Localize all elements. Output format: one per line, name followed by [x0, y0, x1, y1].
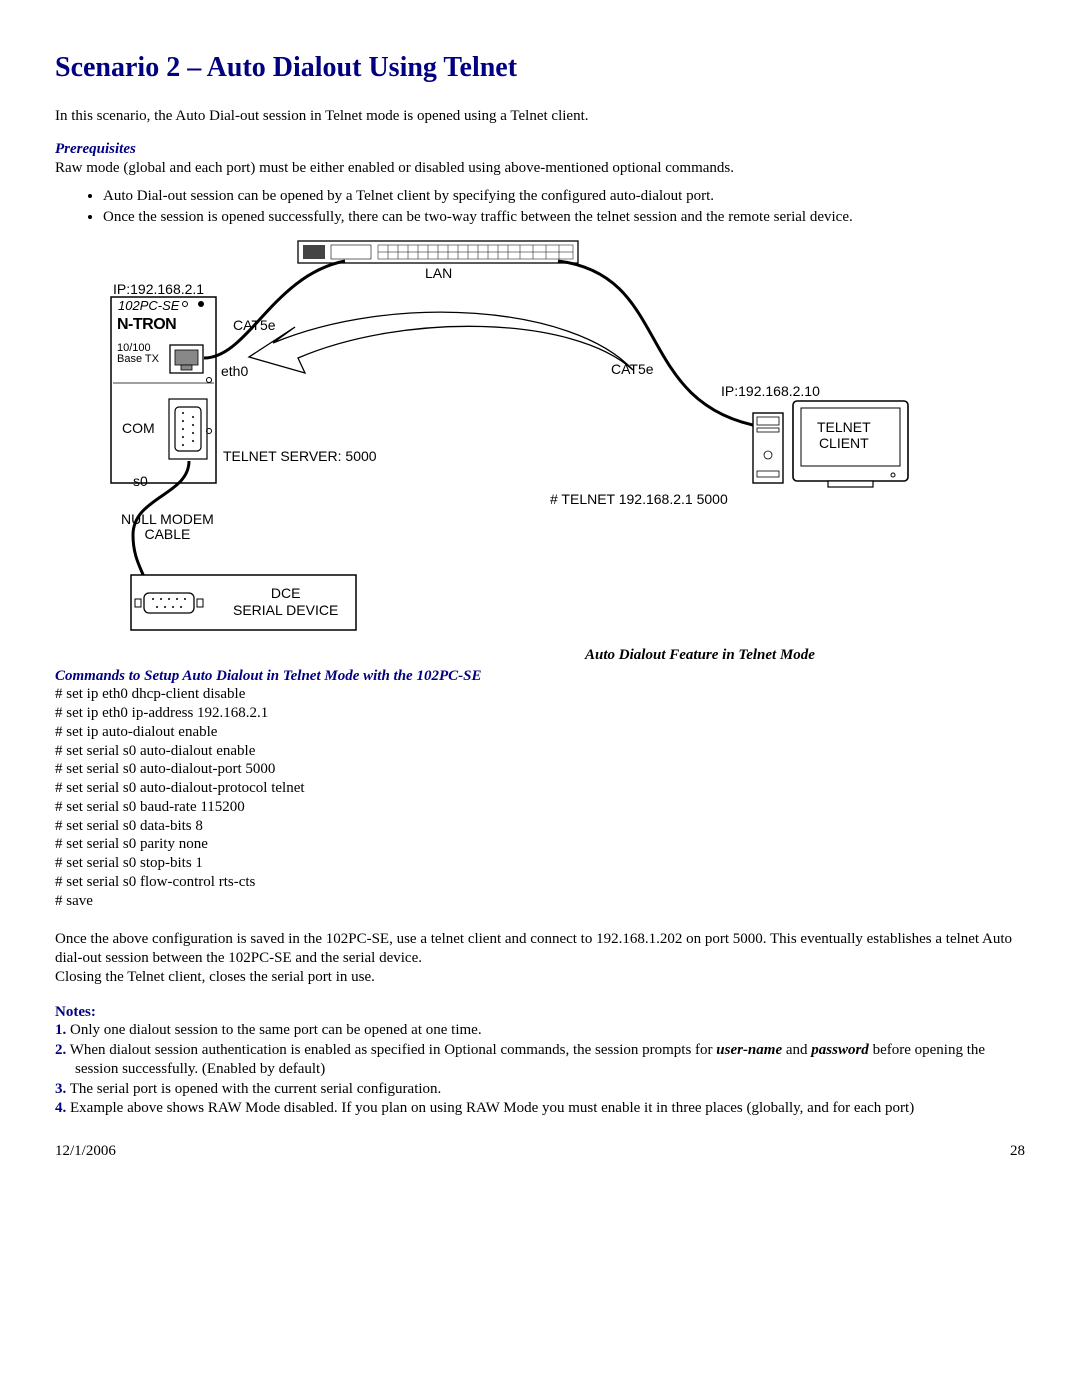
ip-right-label: IP:192.168.2.10: [721, 383, 820, 401]
list-item: Auto Dial-out session can be opened by a…: [103, 187, 1025, 206]
prerequisites-heading: Prerequisites: [55, 140, 1025, 159]
telnet-client-label: TELNET CLIENT: [817, 419, 871, 451]
null-modem-label: NULL MODEM CABLE: [121, 512, 214, 543]
page-title: Scenario 2 – Auto Dialout Using Telnet: [55, 50, 1025, 85]
footer-date: 12/1/2006: [55, 1142, 116, 1161]
eth0-label: eth0: [221, 363, 248, 381]
page-footer: 12/1/2006 28: [55, 1142, 1025, 1161]
note-item: 3. The serial port is opened with the cu…: [55, 1080, 1025, 1099]
com-label: COM: [122, 420, 155, 438]
cmd-line: # set serial s0 auto-dialout enable: [55, 742, 1025, 761]
cmd-line: # set serial s0 baud-rate 115200: [55, 798, 1025, 817]
lan-label: LAN: [425, 265, 452, 283]
cat5e-right-label: CAT5e: [611, 361, 654, 379]
note-item: 2. When dialout session authentication i…: [55, 1041, 1025, 1079]
note-item: 4. Example above shows RAW Mode disabled…: [55, 1099, 1025, 1118]
telnet-server-label: TELNET SERVER: 5000: [223, 448, 377, 466]
cmd-line: # set ip eth0 ip-address 192.168.2.1: [55, 704, 1025, 723]
footer-page: 28: [1010, 1142, 1025, 1161]
dce-label: DCE SERIAL DEVICE: [233, 585, 338, 619]
prerequisite-bullets: Auto Dial-out session can be opened by a…: [55, 187, 1025, 227]
prerequisites-text: Raw mode (global and each port) must be …: [55, 159, 1025, 178]
cmd-line: # save: [55, 892, 1025, 911]
ip-left-label: IP:192.168.2.1: [113, 281, 204, 299]
device-model-label: 102PC-SE: [118, 298, 179, 314]
cat5e-left-label: CAT5e: [233, 317, 276, 335]
commands-heading: Commands to Setup Auto Dialout in Telnet…: [55, 667, 1025, 686]
paragraph: Once the above configuration is saved in…: [55, 930, 1025, 968]
paragraph: Closing the Telnet client, closes the se…: [55, 968, 1025, 987]
cmd-line: # set ip eth0 dhcp-client disable: [55, 685, 1025, 704]
diagram-caption: Auto Dialout Feature in Telnet Mode: [375, 646, 1025, 665]
telnet-command-label: # TELNET 192.168.2.1 5000: [550, 491, 728, 509]
port-label: 10/100 Base TX: [117, 343, 159, 365]
s0-label: s0: [133, 473, 148, 491]
cmd-line: # set serial s0 data-bits 8: [55, 817, 1025, 836]
cmd-line: # set serial s0 flow-control rts-cts: [55, 873, 1025, 892]
cmd-line: # set serial s0 parity none: [55, 835, 1025, 854]
notes-list: 1. Only one dialout session to the same …: [55, 1021, 1025, 1118]
list-item: Once the session is opened successfully,…: [103, 208, 1025, 227]
cmd-line: # set serial s0 stop-bits 1: [55, 854, 1025, 873]
note-item: 1. Only one dialout session to the same …: [55, 1021, 1025, 1040]
cmd-line: # set ip auto-dialout enable: [55, 723, 1025, 742]
brand-label: N-TRON: [117, 315, 176, 335]
network-diagram: LAN IP:192.168.2.1 102PC-SE N-TRON 10/10…: [73, 235, 943, 640]
notes-heading: Notes:: [55, 1003, 1025, 1022]
intro-text: In this scenario, the Auto Dial-out sess…: [55, 107, 1025, 126]
command-lines: # set ip eth0 dhcp-client disable # set …: [55, 685, 1025, 910]
cmd-line: # set serial s0 auto-dialout-protocol te…: [55, 779, 1025, 798]
cmd-line: # set serial s0 auto-dialout-port 5000: [55, 760, 1025, 779]
